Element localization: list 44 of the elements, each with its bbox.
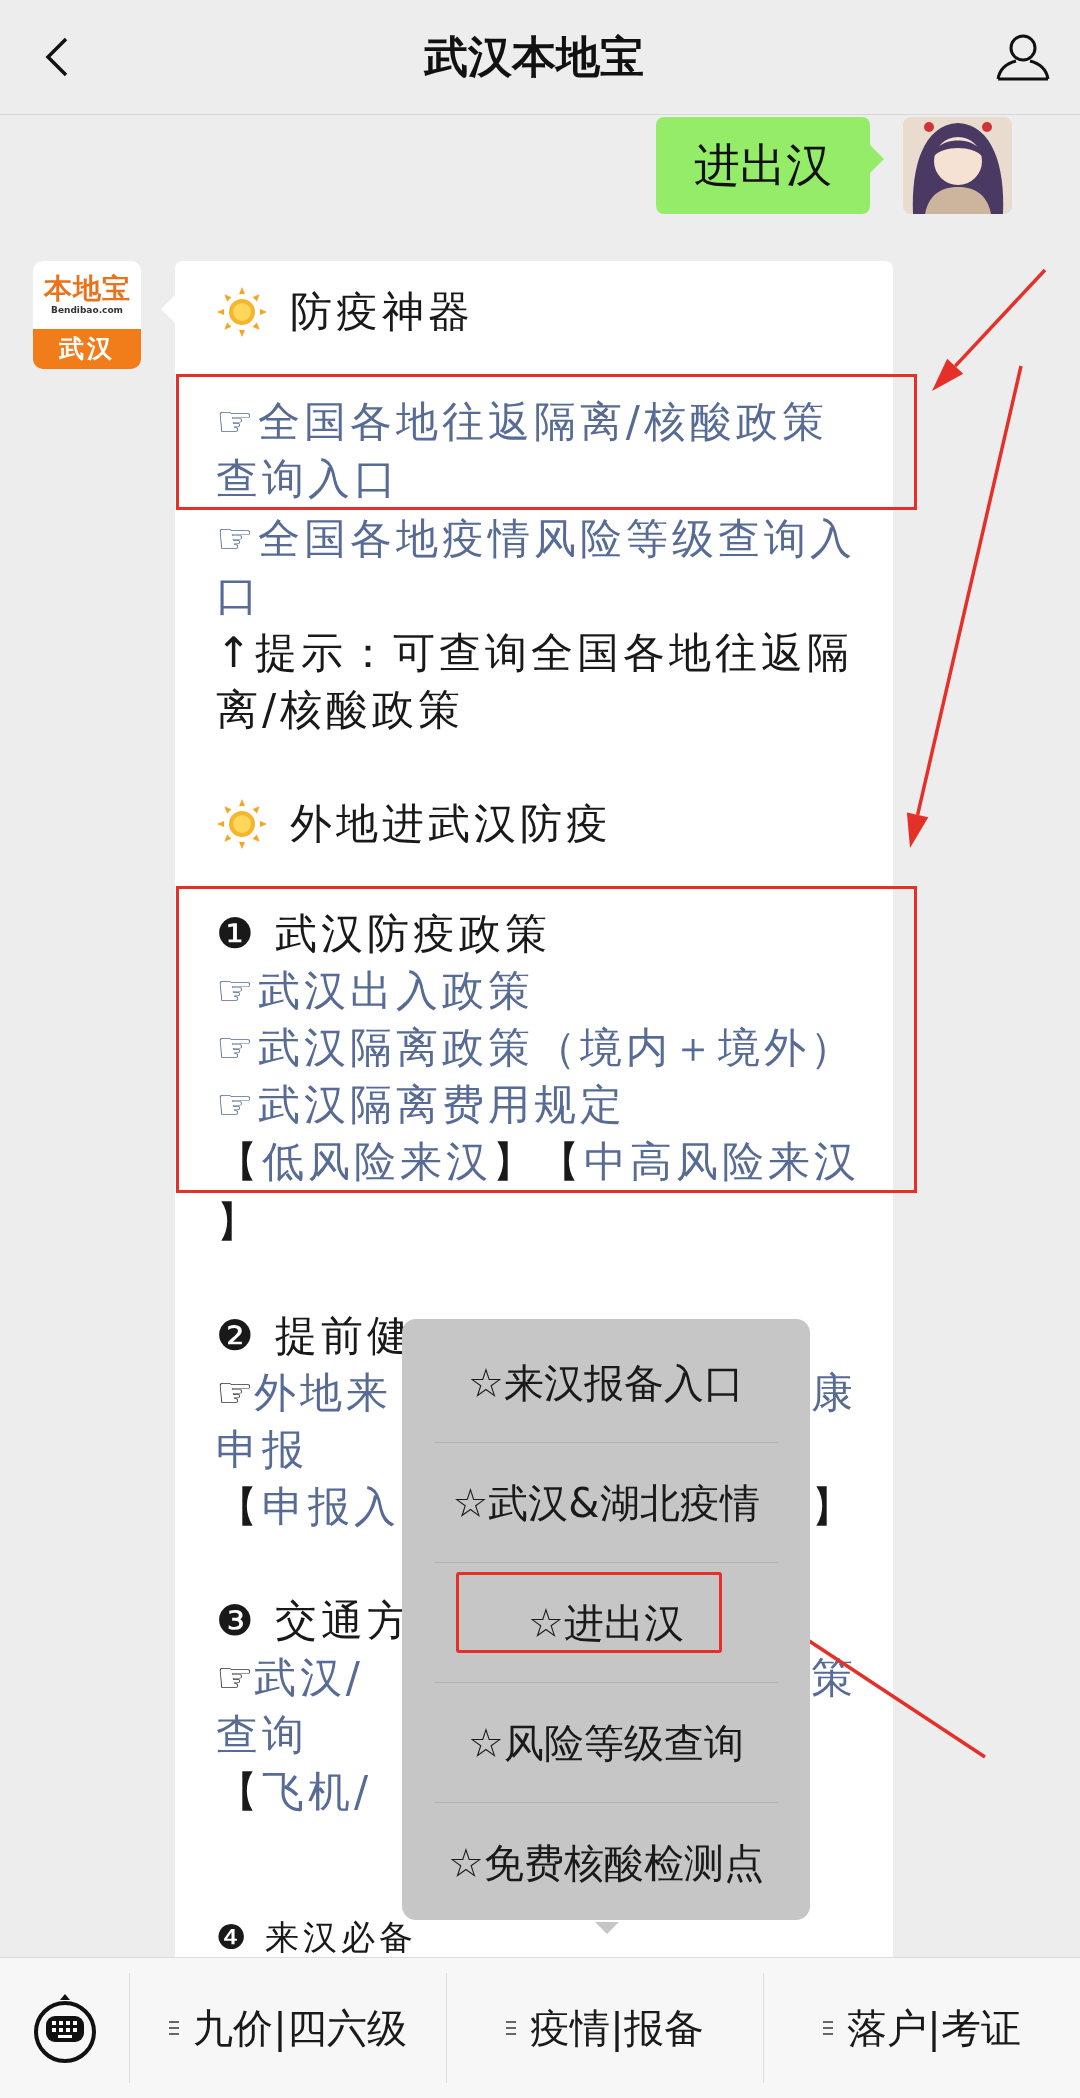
menu-button[interactable]: 落户|考证 — [763, 1973, 1080, 2083]
message-text: 【 — [216, 1482, 262, 1531]
link[interactable]: ☞武汉出入政策 — [216, 962, 857, 1019]
message-heading: 外地进武汉防疫 — [290, 798, 612, 850]
menu-icon — [506, 2021, 517, 2035]
menu-button[interactable]: 九价|四六级 — [129, 1973, 446, 2083]
link[interactable]: 低风险来汉 — [262, 1137, 492, 1186]
pointing-hand-icon: ☞ — [216, 1653, 254, 1702]
link[interactable]: 外地来 — [253, 1368, 392, 1417]
menu-button[interactable]: 疫情|报备 — [446, 1973, 763, 2083]
link[interactable]: 申报入 — [262, 1482, 400, 1531]
link[interactable]: 武汉/ — [253, 1653, 364, 1702]
keyboard-icon[interactable] — [31, 1992, 98, 2064]
message-text: 【 — [216, 1137, 262, 1186]
logo-text: 本地宝 — [43, 274, 131, 304]
message-text: 】 — [216, 1197, 262, 1246]
message-text: 【 — [216, 1767, 262, 1816]
pointing-hand-icon: ☞ — [216, 1368, 254, 1417]
link[interactable]: 策 — [811, 1653, 857, 1702]
link[interactable]: ☞武汉隔离政策（境内＋境外） — [216, 1019, 857, 1076]
message-text: 】 — [811, 1482, 857, 1531]
message-heading: 防疫神器 — [290, 286, 474, 338]
link[interactable]: 康 — [811, 1368, 857, 1417]
profile-icon[interactable] — [996, 33, 1050, 81]
message-text: 【 — [538, 1137, 584, 1186]
page-title: 武汉本地宝 — [424, 30, 644, 84]
sun-icon — [216, 797, 268, 850]
message-text: ❶ 武汉防疫政策 — [216, 909, 551, 958]
message-text: ↑提示：可查询全国各地往返隔离/核酸政策 — [216, 628, 854, 734]
bubble-tail — [870, 145, 884, 173]
menu-item[interactable]: ☆风险等级查询 — [402, 1683, 810, 1802]
sun-icon — [216, 285, 268, 338]
message-text: 】 — [492, 1137, 538, 1186]
link[interactable]: ☞全国各地往返隔离/核酸政策查询入口 — [216, 393, 857, 507]
logo-text: Bendibao.com — [51, 304, 123, 316]
menu-icon — [169, 2021, 180, 2035]
link[interactable]: ☞全国各地疫情风险等级查询入口 — [216, 510, 857, 624]
menu-icon — [823, 2021, 834, 2035]
link[interactable]: 飞机/ — [262, 1767, 373, 1816]
menu-item[interactable]: ☆武汉&湖北疫情 — [402, 1443, 810, 1562]
message-bubble: 进出汉 — [656, 117, 870, 214]
logo-text: 武汉 — [59, 333, 115, 366]
link[interactable]: 中高风险来汉 — [584, 1137, 860, 1186]
link[interactable]: ☞武汉隔离费用规定 — [216, 1076, 857, 1133]
